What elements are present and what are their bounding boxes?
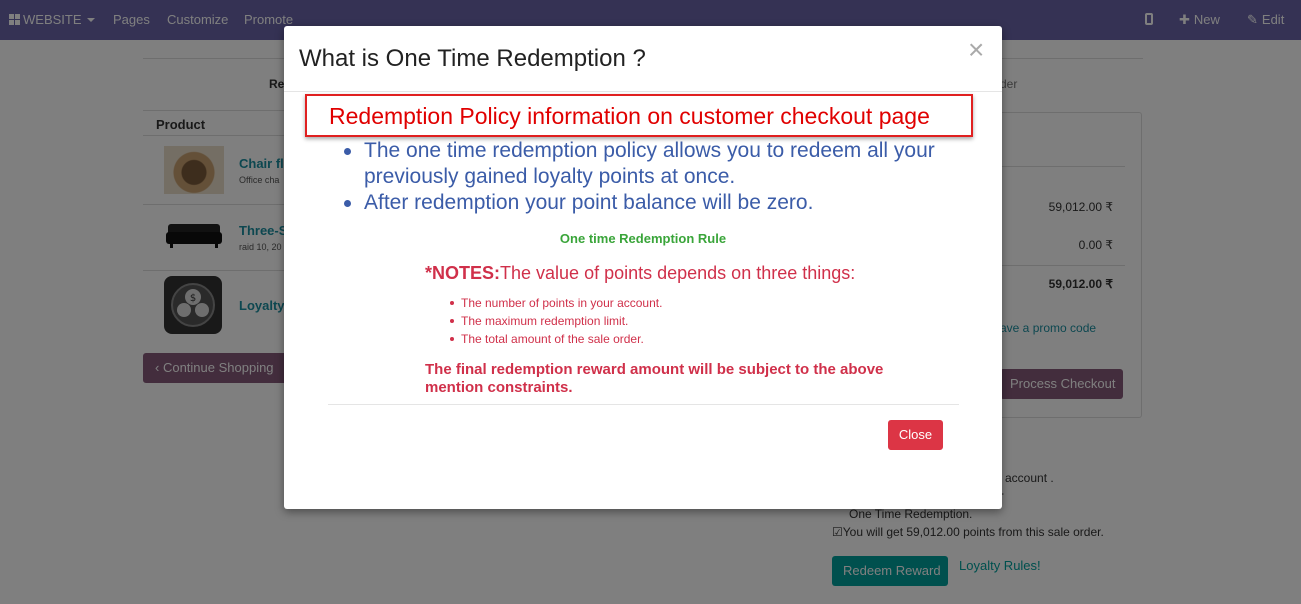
annotation-callout-text: Redemption Policy information on custome… [329, 103, 930, 129]
modal-footer-divider [328, 404, 959, 405]
notes-list: The number of points in your account. Th… [449, 294, 663, 348]
close-icon[interactable]: × [968, 36, 984, 64]
policy-list: The one time redemption policy allows yo… [344, 138, 954, 216]
notes-prefix: *NOTES: [425, 263, 501, 283]
list-item: The total amount of the sale order. [449, 330, 662, 348]
list-item: The one time redemption policy allows yo… [344, 138, 954, 190]
rule-title: One time Redemption Rule [559, 231, 727, 246]
list-item: The maximum redemption limit. [449, 312, 662, 330]
redemption-modal: What is One Time Redemption ? × The one … [284, 26, 1002, 509]
close-button[interactable]: Close [888, 420, 943, 450]
final-note: The final redemption reward amount will … [425, 361, 884, 396]
list-item: After redemption your point balance will… [344, 190, 954, 216]
annotation-callout: Redemption Policy information on custome… [305, 94, 973, 137]
list-item: The number of points in your account. [449, 296, 663, 310]
notes-text: The value of points depends on three thi… [500, 263, 856, 283]
modal-header-divider [284, 91, 1002, 92]
notes-heading: *NOTES:The value of points depends on th… [425, 263, 855, 284]
modal-title: What is One Time Redemption ? [299, 45, 646, 72]
